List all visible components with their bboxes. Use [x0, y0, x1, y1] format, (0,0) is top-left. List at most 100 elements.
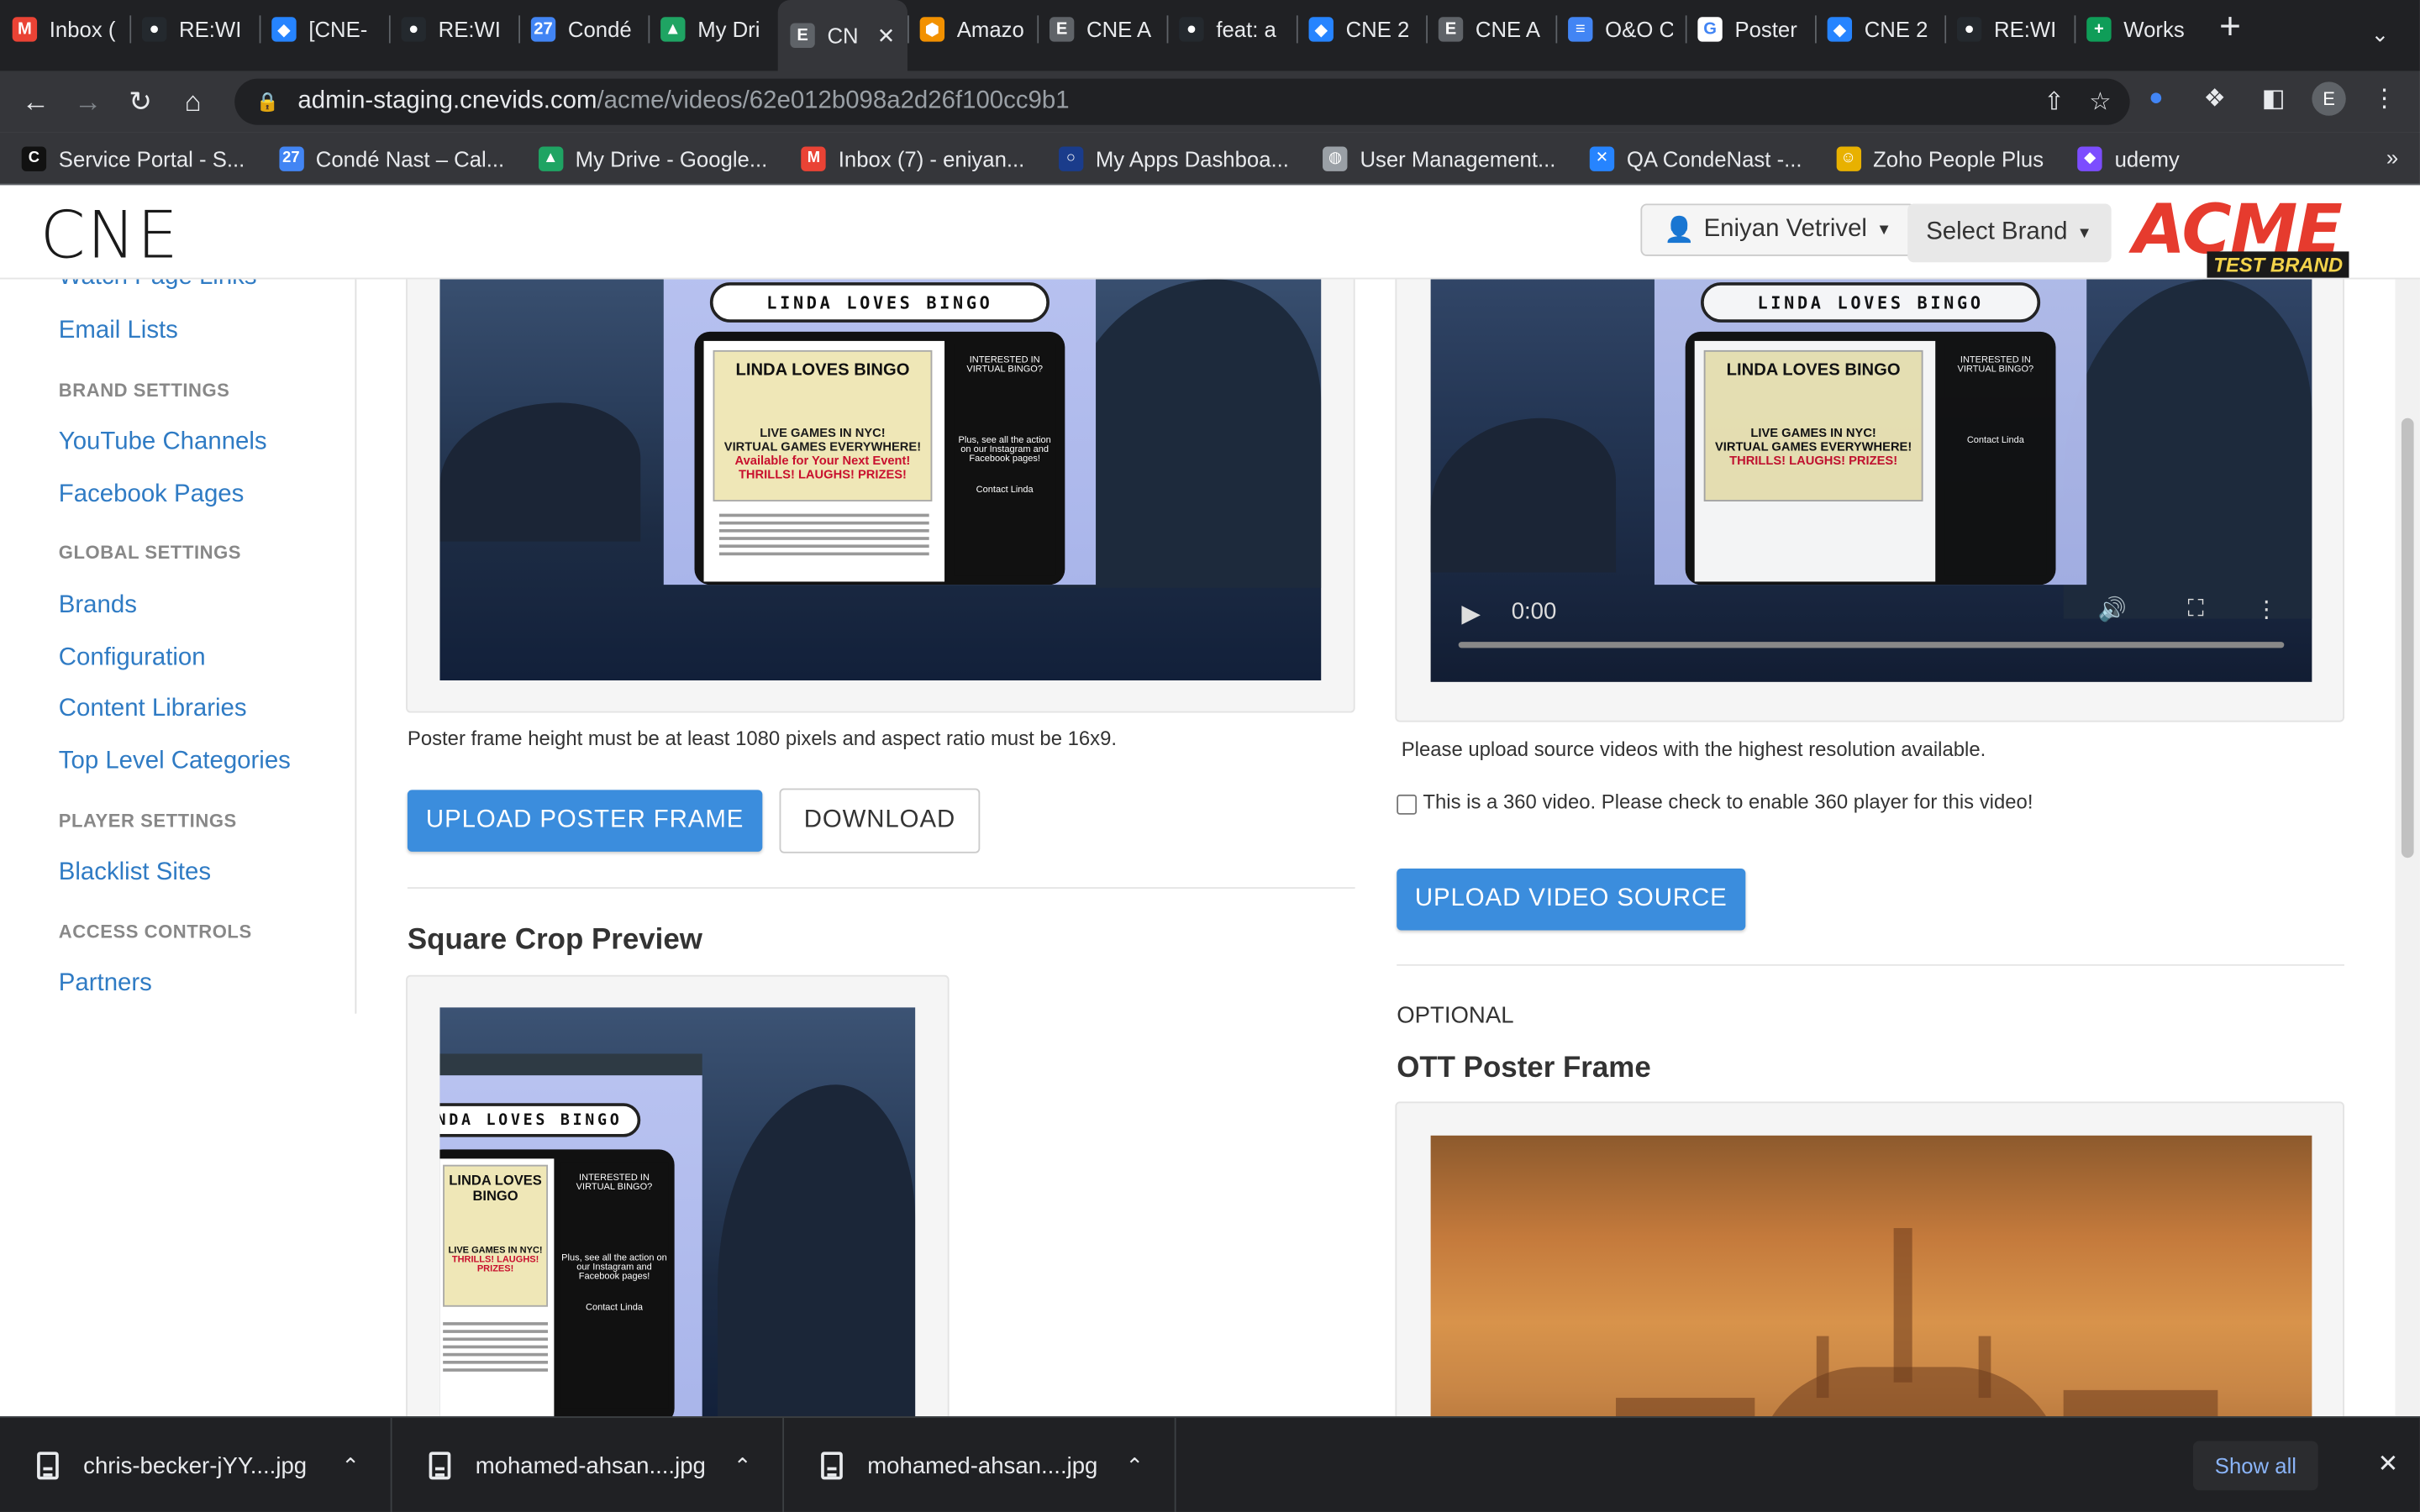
- page-scrollbar[interactable]: [2395, 279, 2420, 1417]
- sidebar-item-partners[interactable]: Partners: [59, 970, 152, 998]
- scrollbar-thumb[interactable]: [2401, 417, 2414, 858]
- cne-logo[interactable]: CNE: [40, 197, 180, 273]
- tab-search-icon[interactable]: ⌄: [2371, 22, 2390, 48]
- bookmark-label: My Drive - Google...: [575, 145, 768, 171]
- square-mock-page: LINDA LOVES BINGO LINDA LOVES BINGO LIVE…: [439, 1075, 702, 1425]
- gmail-icon: M: [12, 17, 38, 42]
- bingo-contact: Contact Linda: [976, 486, 1034, 496]
- more-menu-icon[interactable]: ⋮: [2365, 79, 2405, 119]
- show-all-downloads-button[interactable]: Show all: [2193, 1441, 2318, 1491]
- sidebar-item-configuration[interactable]: Configuration: [59, 645, 206, 673]
- extension-alert-icon[interactable]: ●: [2136, 79, 2176, 119]
- profile-avatar[interactable]: E: [2312, 81, 2346, 116]
- browser-tab[interactable]: ▲ My Dri: [648, 0, 777, 59]
- tab-title: RE:WI: [438, 17, 501, 42]
- chevron-up-icon[interactable]: ⌃: [734, 1452, 752, 1478]
- sidebar-item-facebook-pages[interactable]: Facebook Pages: [59, 481, 245, 509]
- upload-poster-frame-button[interactable]: UPLOAD POSTER FRAME: [407, 790, 763, 852]
- bookmark-item[interactable]: ○ My Apps Dashboa...: [1058, 145, 1289, 171]
- browser-tab[interactable]: M Inbox (: [0, 0, 129, 59]
- video-player[interactable]: LINDA LOVES BINGO LINDA LOVES BINGO LIVE…: [1430, 248, 2312, 682]
- bookmark-item[interactable]: C Service Portal - S...: [21, 145, 245, 171]
- select-brand-dropdown[interactable]: Select Brand ▼: [1907, 203, 2111, 263]
- bingo-sidebar-video: INTERESTED IN VIRTUAL BINGO? Contact Lin…: [1944, 344, 2047, 576]
- caret-down-icon: ▼: [1876, 221, 1892, 239]
- jira-icon: ◆: [1308, 17, 1334, 42]
- upload-video-source-button[interactable]: UPLOAD VIDEO SOURCE: [1397, 869, 1746, 931]
- sidebar-item-blacklist-sites[interactable]: Blacklist Sites: [59, 859, 211, 887]
- video-progress-bar[interactable]: [1458, 642, 2285, 648]
- tab-title: RE:WI: [1994, 17, 2057, 42]
- sidebar-heading-player-settings: PLAYER SETTINGS: [58, 810, 237, 832]
- cne-icon: E: [1049, 17, 1075, 42]
- browser-tab[interactable]: ⬢ Amazo: [907, 0, 1037, 59]
- chevron-up-icon[interactable]: ⌃: [341, 1452, 360, 1478]
- sidebar-item-brands[interactable]: Brands: [59, 592, 137, 620]
- volume-icon[interactable]: 🔊: [2098, 596, 2127, 623]
- bookmark-star-icon[interactable]: ☆: [2089, 87, 2111, 118]
- sidebar-item-email-lists[interactable]: Email Lists: [59, 318, 178, 345]
- bookmark-item[interactable]: ✕ QA CondeNast -...: [1589, 145, 1802, 171]
- square-crop-title: Square Crop Preview: [407, 924, 702, 957]
- new-tab-icon[interactable]: +: [2219, 6, 2241, 49]
- home-icon[interactable]: ⌂: [166, 76, 218, 128]
- bookmarks-overflow-icon[interactable]: »: [2386, 145, 2398, 170]
- bingo-side-body: Plus, see all the action on our Instagra…: [958, 436, 1051, 465]
- browser-tab[interactable]: ◆ CNE 2: [1814, 0, 1944, 59]
- download-button[interactable]: DOWNLOAD: [779, 788, 981, 853]
- browser-tab[interactable]: ● RE:WI: [388, 0, 518, 59]
- download-shelf: chris-becker-jYY....jpg ⌃ mohamed-ahsan.…: [0, 1416, 2420, 1512]
- download-item[interactable]: mohamed-ahsan....jpg ⌃: [784, 1417, 1176, 1512]
- video-360-checkbox[interactable]: [1397, 794, 1418, 815]
- bingo-contact: Contact Linda: [585, 1304, 644, 1314]
- browser-tab[interactable]: ● feat: a: [1166, 0, 1297, 59]
- close-tab-icon[interactable]: ✕: [877, 23, 896, 49]
- sidebar-item-content-libraries[interactable]: Content Libraries: [59, 696, 247, 723]
- share-icon[interactable]: ⇧: [2044, 87, 2065, 118]
- download-item[interactable]: mohamed-ahsan....jpg ⌃: [392, 1417, 785, 1512]
- browser-tab[interactable]: ◆ CNE 2: [1296, 0, 1426, 59]
- google-icon: G: [1697, 17, 1723, 42]
- browser-tab[interactable]: ● RE:WI: [1944, 0, 2074, 59]
- bookmark-label: My Apps Dashboa...: [1095, 145, 1289, 171]
- lock-icon: 🔒: [255, 91, 280, 113]
- browser-tab[interactable]: E CNE A: [1426, 0, 1555, 59]
- bookmark-label: Inbox (7) - eniyan...: [838, 145, 1025, 171]
- bookmark-item[interactable]: 27 Condé Nast – Cal...: [278, 145, 504, 171]
- bingo-poster-line: LIVE GAMES IN NYC!: [760, 425, 886, 440]
- more-options-icon[interactable]: ⋮: [2254, 596, 2278, 623]
- extensions-puzzle-icon[interactable]: ❖: [2195, 79, 2235, 119]
- browser-tab[interactable]: 27 Condé: [518, 0, 648, 59]
- tab-title: feat: a: [1216, 17, 1276, 42]
- sidebar-item-top-level-categories[interactable]: Top Level Categories: [59, 748, 291, 776]
- bookmark-item[interactable]: M Inbox (7) - eniyan...: [801, 145, 1025, 171]
- chevron-up-icon[interactable]: ⌃: [1125, 1452, 1144, 1478]
- sidebar-item-youtube-channels[interactable]: YouTube Channels: [59, 429, 267, 457]
- fullscreen-icon[interactable]: ⛶: [2187, 596, 2203, 622]
- play-icon[interactable]: ▶: [1461, 599, 1481, 630]
- c-icon: C: [21, 145, 47, 171]
- browser-tab[interactable]: ◆ [CNE-: [259, 0, 389, 59]
- bookmark-item[interactable]: ▲ My Drive - Google...: [538, 145, 768, 171]
- browser-tab[interactable]: E CNE A: [1037, 0, 1166, 59]
- bingo-poster: LINDA LOVES BINGO LIVE GAMES IN NYC! VIR…: [713, 349, 933, 501]
- back-icon[interactable]: ←: [9, 76, 61, 128]
- browser-tab[interactable]: ≡ O&O C: [1555, 0, 1685, 59]
- reload-icon[interactable]: ↻: [114, 76, 166, 128]
- download-item[interactable]: chris-becker-jYY....jpg ⌃: [0, 1417, 392, 1512]
- side-panel-icon[interactable]: ◧: [2254, 79, 2294, 119]
- user-menu-dropdown[interactable]: 👤 Eniyan Vetrivel ▼: [1640, 203, 1915, 256]
- browser-tab[interactable]: ● RE:WI: [129, 0, 259, 59]
- sidebar-heading-brand-settings: BRAND SETTINGS: [58, 379, 230, 402]
- address-bar[interactable]: 🔒 admin-staging.cnevids.com/acme/videos/…: [234, 78, 2130, 125]
- browser-tab[interactable]: + Works: [2074, 0, 2204, 59]
- close-icon[interactable]: ✕: [2378, 1449, 2399, 1480]
- sidebar-heading-access-controls: ACCESS CONTROLS: [58, 921, 252, 943]
- browser-tab[interactable]: G Poster: [1685, 0, 1815, 59]
- tab-title: Inbox (: [49, 17, 116, 42]
- bookmark-item[interactable]: ☺ Zoho People Plus: [1835, 145, 2044, 171]
- bookmark-item[interactable]: ◆ udemy: [2077, 145, 2180, 171]
- forward-icon[interactable]: →: [61, 76, 113, 128]
- bookmark-item[interactable]: ◍ User Management...: [1323, 145, 1555, 171]
- browser-tab[interactable]: E CN ✕: [777, 0, 908, 71]
